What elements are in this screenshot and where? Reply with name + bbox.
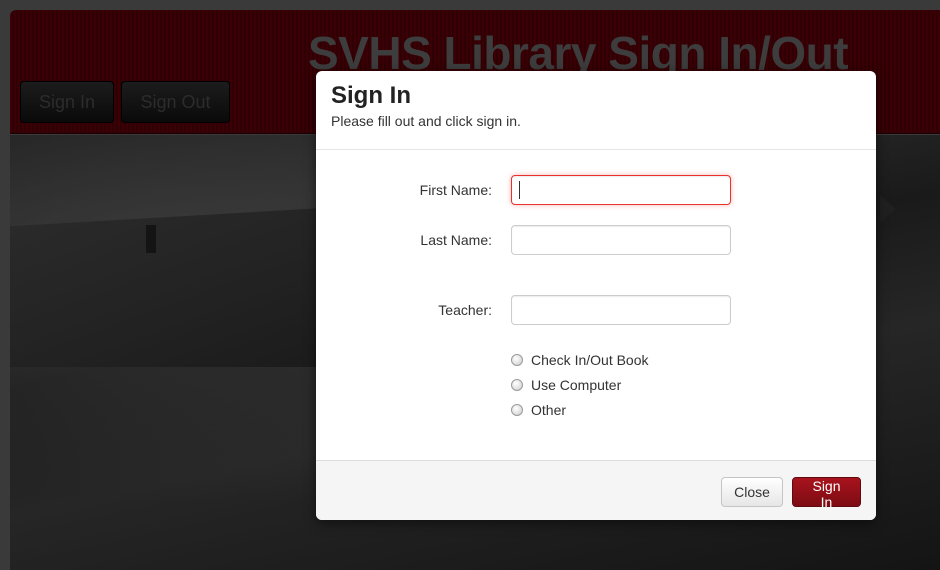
close-button[interactable]: Close [721, 477, 783, 507]
option-use-computer[interactable]: Use Computer [511, 376, 621, 394]
sign-in-submit-button[interactable]: Sign In [792, 477, 861, 510]
modal-subtitle: Please fill out and click sign in. [331, 113, 521, 129]
first-name-input[interactable] [511, 175, 731, 205]
last-name-label: Last Name: [420, 232, 492, 248]
radio-button[interactable] [511, 354, 523, 366]
teacher-label: Teacher: [438, 302, 492, 318]
text-caret [519, 181, 520, 199]
radio-label: Other [531, 402, 567, 418]
teacher-input[interactable] [511, 295, 731, 325]
modal-header: Sign In Please fill out and click sign i… [316, 71, 876, 150]
option-other[interactable]: Other [511, 401, 566, 419]
modal-footer: Close Sign In [316, 460, 876, 520]
last-name-input[interactable] [511, 225, 731, 255]
first-name-label: First Name: [419, 182, 492, 198]
modal-title: Sign In [331, 82, 411, 109]
radio-label: Check In/Out Book [531, 352, 649, 368]
radio-button[interactable] [511, 404, 523, 416]
sign-in-modal: Sign In Please fill out and click sign i… [316, 71, 876, 520]
radio-label: Use Computer [531, 377, 622, 393]
option-check-in-out-book[interactable]: Check In/Out Book [511, 351, 649, 369]
radio-button[interactable] [511, 379, 523, 391]
